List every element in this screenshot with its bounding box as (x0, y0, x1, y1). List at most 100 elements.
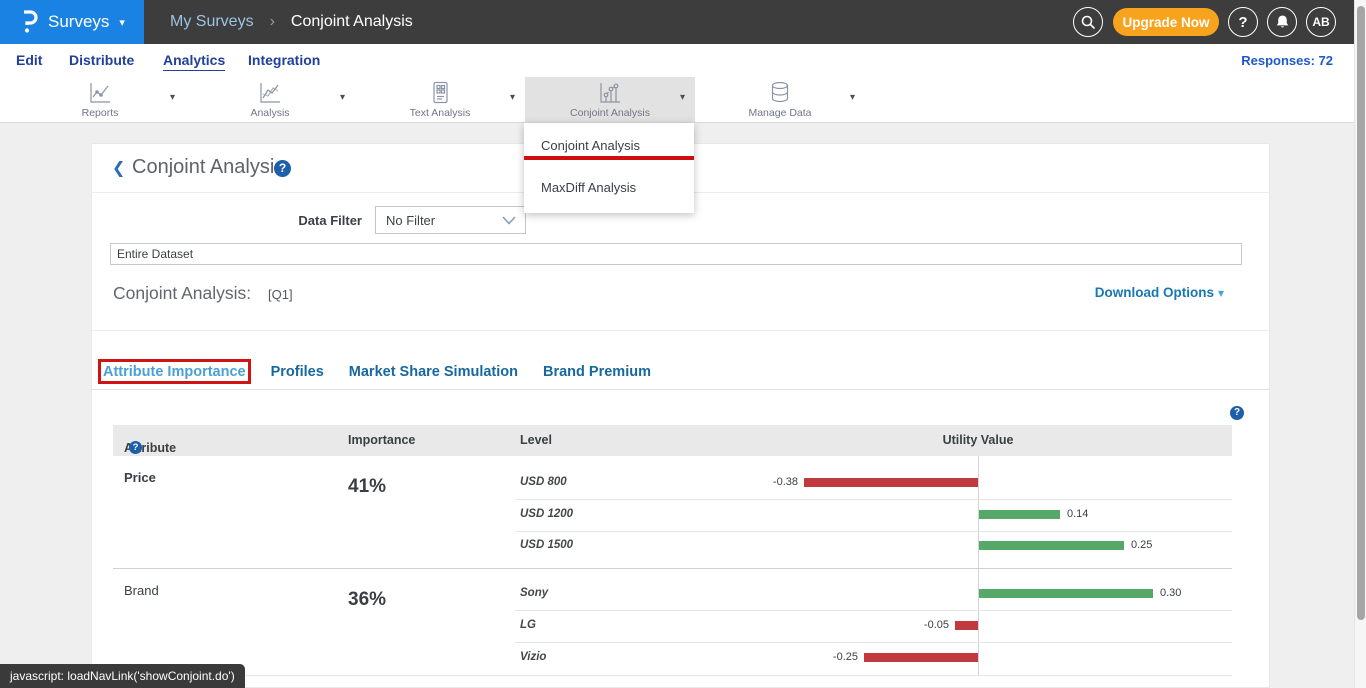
breadcrumb-separator: › (270, 13, 275, 31)
attribute-help-icon[interactable]: ? (129, 441, 142, 454)
chevron-down-icon: ▾ (170, 92, 175, 103)
row-separator (515, 642, 1232, 643)
table-bottom-border (113, 675, 1232, 676)
chevron-down-icon: ▾ (119, 16, 125, 29)
column-header-importance: Importance (348, 433, 415, 447)
toolbar-item-label: Reports (15, 107, 185, 119)
data-filter-select[interactable]: No Filter (375, 206, 526, 234)
chevron-down-icon (502, 216, 516, 225)
utility-bar (979, 510, 1060, 519)
search-button[interactable] (1073, 7, 1103, 37)
conjoint-dropdown-menu: Conjoint Analysis MaxDiff Analysis (524, 123, 694, 213)
data-filter-label: Data Filter (230, 213, 362, 228)
toolbar-item-label: Analysis (185, 107, 355, 119)
utility-chart: Price 41% Brand 36% USD 800 -0.38 USD 12… (113, 456, 1232, 676)
chevron-down-icon: ▾ (510, 92, 515, 103)
notifications-button[interactable] (1267, 7, 1297, 37)
nav-item-analytics[interactable]: Analytics (163, 52, 225, 71)
breadcrumb-current: Conjoint Analysis (291, 13, 413, 31)
tab-profiles[interactable]: Profiles (271, 364, 324, 380)
download-options-button[interactable]: Download Options ▾ (1095, 285, 1224, 300)
level-label: Vizio (520, 651, 546, 663)
column-header-level: Level (520, 433, 552, 447)
nav-item-distribute[interactable]: Distribute (69, 52, 134, 68)
analysis-chart-icon (257, 80, 283, 106)
upgrade-now-button[interactable]: Upgrade Now (1113, 8, 1219, 36)
level-label: Sony (520, 587, 548, 599)
utility-value: 0.30 (1160, 587, 1181, 599)
menu-item-maxdiff-analysis[interactable]: MaxDiff Analysis (524, 171, 694, 205)
nav-item-edit[interactable]: Edit (16, 52, 42, 68)
search-icon (1080, 14, 1096, 30)
reports-chart-icon (87, 80, 113, 106)
utility-value: -0.25 (798, 651, 858, 663)
utility-value: -0.38 (738, 476, 798, 488)
chevron-down-icon: ▾ (680, 92, 685, 103)
result-tabs: Attribute Importance Profiles Market Sha… (103, 364, 651, 380)
product-switcher[interactable]: Surveys ▾ (0, 0, 144, 44)
page-help-icon[interactable]: ? (274, 160, 291, 177)
utility-bar (979, 541, 1124, 550)
avatar[interactable]: AB (1306, 7, 1336, 37)
top-bar: Surveys ▾ My Surveys › Conjoint Analysis… (0, 0, 1366, 44)
tab-brand-premium[interactable]: Brand Premium (543, 364, 651, 380)
avatar-initials: AB (1312, 15, 1329, 29)
product-label: Surveys (48, 12, 109, 32)
help-button[interactable]: ? (1228, 7, 1258, 37)
tab-label: Attribute Importance (103, 364, 246, 380)
tabs-divider (91, 389, 1270, 390)
menu-item-label: MaxDiff Analysis (541, 180, 636, 195)
tab-market-share-simulation[interactable]: Market Share Simulation (349, 364, 518, 380)
bell-icon (1275, 14, 1290, 30)
toolbar-item-reports[interactable]: Reports ▾ (15, 77, 185, 122)
dataset-field[interactable] (110, 243, 1242, 265)
back-button[interactable]: ❮ (112, 158, 125, 178)
toolbar-item-label: Text Analysis (355, 107, 525, 119)
toolbar-item-analysis[interactable]: Analysis ▾ (185, 77, 355, 122)
level-row: USD 1200 0.14 (113, 499, 1232, 531)
breadcrumb: My Surveys › Conjoint Analysis (170, 0, 413, 44)
breadcrumb-parent-link[interactable]: My Surveys (170, 13, 254, 31)
menu-item-conjoint-analysis[interactable]: Conjoint Analysis (524, 129, 694, 163)
scrollbar-track[interactable] (1354, 0, 1366, 688)
status-bar: javascript: loadNavLink('showConjoint.do… (0, 664, 245, 688)
utility-bar (804, 478, 978, 487)
utility-bar (979, 589, 1153, 598)
toolbar-item-conjoint-analysis[interactable]: Conjoint Analysis ▾ (525, 77, 695, 122)
text-analysis-document-icon (427, 80, 453, 106)
row-separator (515, 531, 1232, 532)
table-header: Attribute? Importance Level Utility Valu… (113, 425, 1232, 456)
annotation-underline (524, 156, 694, 160)
analytics-toolbar: Reports ▾ Analysis ▾ Text Analysis ▾ (0, 77, 1366, 123)
tab-attribute-importance[interactable]: Attribute Importance (103, 364, 246, 380)
toolbar-item-label: Manage Data (695, 107, 865, 119)
divider (91, 330, 1270, 331)
level-row: USD 1500 0.25 (113, 530, 1232, 562)
nav-item-integration[interactable]: Integration (248, 52, 320, 68)
help-icon: ? (1238, 14, 1247, 31)
level-label: USD 800 (520, 476, 567, 488)
row-separator (515, 499, 1232, 500)
table-help-icon[interactable]: ? (1230, 406, 1244, 420)
column-header-utility-value: Utility Value (943, 433, 1014, 447)
survey-nav: Edit Distribute Analytics Integration Re… (0, 44, 1366, 77)
section-title: Conjoint Analysis: (113, 283, 251, 304)
download-options-label: Download Options (1095, 285, 1214, 300)
level-row: Vizio -0.25 (113, 642, 1232, 674)
toolbar-item-text-analysis[interactable]: Text Analysis ▾ (355, 77, 525, 122)
utility-value: 0.14 (1067, 508, 1088, 520)
page-title: Conjoint Analysis (132, 156, 284, 179)
scrollbar-thumb[interactable] (1357, 6, 1365, 620)
conjoint-scatter-icon (597, 80, 623, 106)
toolbar-item-manage-data[interactable]: Manage Data ▾ (695, 77, 865, 122)
chevron-down-icon: ▾ (1218, 286, 1224, 300)
menu-item-label: Conjoint Analysis (541, 138, 640, 153)
questionpro-logo-icon (18, 9, 40, 35)
chevron-down-icon: ▾ (850, 92, 855, 103)
group-separator (113, 568, 1232, 569)
data-filter-value: No Filter (386, 213, 502, 228)
level-row: USD 800 -0.38 (113, 467, 1232, 499)
level-label: LG (520, 619, 536, 631)
level-row: Sony 0.30 (113, 578, 1232, 610)
app-window: Surveys ▾ My Surveys › Conjoint Analysis… (0, 0, 1366, 688)
